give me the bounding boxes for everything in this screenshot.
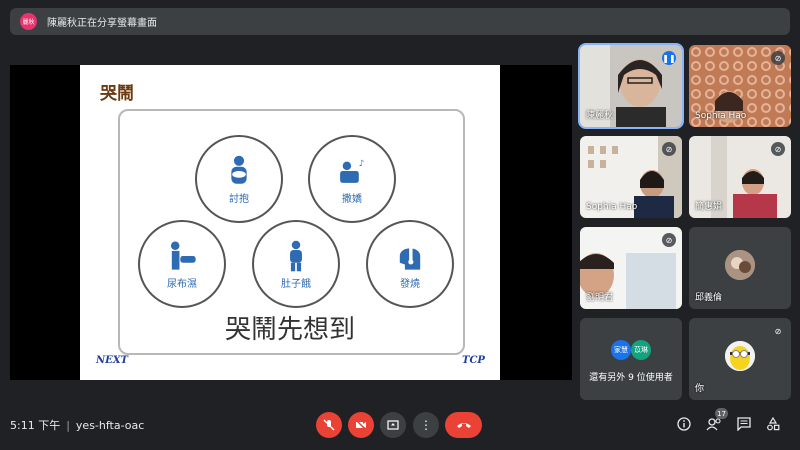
mic-off-icon — [323, 419, 335, 431]
mic-off-icon: ⊘ — [662, 142, 676, 156]
camera-toggle-button[interactable] — [348, 412, 374, 438]
avatar: 家慧 — [611, 340, 631, 360]
participant-name: 簡惠娟 — [695, 202, 723, 212]
participant-tile[interactable]: ⊘ 簡惠娟 — [689, 136, 791, 218]
control-bar: 5:11 下午 | yes-hfta-oac ⋮ 17 — [0, 405, 800, 450]
avatar — [725, 250, 755, 280]
svg-text:♪: ♪ — [359, 158, 364, 168]
speaking-icon: ❚❚ — [662, 51, 676, 65]
present-icon — [387, 420, 399, 430]
people-button[interactable] — [706, 417, 722, 435]
more-participants-label: 還有另外 9 位使用者 — [589, 373, 673, 383]
people-icon — [706, 418, 721, 431]
item-coax: ♪ 撒嬌 — [308, 135, 396, 223]
participant-tile[interactable]: ⊘ Sophia Hao — [580, 136, 682, 218]
sharing-banner: 麗秋 陳麗秋正在分享螢幕畫面 — [10, 8, 790, 35]
avatar — [725, 341, 755, 371]
mic-off-icon: ⊘ — [771, 142, 785, 156]
more-options-button[interactable]: ⋮ — [413, 412, 439, 438]
participant-tile[interactable]: ⊘ 劉明君 — [580, 227, 682, 309]
presentation-slide: 哭鬧 討抱 ♪ 撒嬌 尿布濕 肚子餓 發燒 哭鬧先想到 NEXT TCP — [80, 65, 500, 380]
more-participants-tile[interactable]: 家慧 苡琳 還有另外 9 位使用者 — [580, 318, 682, 400]
participant-name: 邱義倫 — [695, 293, 723, 303]
chat-button[interactable] — [737, 417, 751, 435]
clock-time: 5:11 下午 — [10, 419, 61, 432]
meeting-code: yes-hfta-oac — [75, 419, 145, 432]
hug-icon — [231, 155, 247, 184]
leave-call-button[interactable] — [445, 412, 482, 438]
diaper-change-icon — [170, 241, 196, 270]
participant-tile[interactable]: ⊘ Sophia Hao — [689, 45, 791, 127]
participant-name: 你 — [695, 384, 705, 394]
participant-tile[interactable]: ❚❚ 陳麗秋 — [578, 43, 684, 129]
participant-name: Sophia Hao — [586, 202, 638, 212]
meeting-details-button[interactable] — [677, 417, 691, 435]
item-hug: 討抱 — [195, 135, 283, 223]
participant-count-badge: 17 — [715, 408, 728, 419]
logo-right: TCP — [462, 355, 485, 366]
item-fever: 發燒 — [366, 220, 454, 308]
logo-left: NEXT — [96, 355, 128, 366]
slide-headline: 哭鬧先想到 — [224, 315, 355, 345]
activities-button[interactable] — [766, 416, 780, 435]
participant-name: 劉明君 — [586, 293, 614, 303]
meeting-info: 5:11 下午 | yes-hfta-oac — [10, 417, 144, 433]
present-screen-button[interactable] — [380, 412, 406, 438]
mic-toggle-button[interactable] — [316, 412, 342, 438]
slide-title: 哭鬧 — [100, 84, 134, 104]
participant-tile-self[interactable]: ⊘ 你 — [689, 318, 791, 400]
info-icon — [677, 417, 691, 431]
chat-icon — [737, 417, 751, 432]
fever-icon — [399, 247, 421, 270]
avatar: 苡琳 — [631, 340, 651, 360]
presenter-avatar: 麗秋 — [20, 13, 37, 30]
sharing-banner-text: 陳麗秋正在分享螢幕畫面 — [47, 18, 157, 29]
mic-off-icon: ⊘ — [771, 51, 785, 65]
mic-off-icon: ⊘ — [662, 233, 676, 247]
participant-name: Sophia Hao — [695, 111, 747, 121]
participant-name: 陳麗秋 — [586, 111, 614, 121]
item-diaper: 尿布濕 — [138, 220, 226, 308]
activities-icon — [767, 416, 780, 431]
mic-off-icon: ⊘ — [771, 324, 785, 338]
camera-off-icon — [355, 419, 367, 431]
phone-hangup-icon — [456, 423, 471, 428]
divider: | — [66, 419, 70, 432]
item-hungry: 肚子餓 — [252, 220, 340, 308]
more-vert-icon: ⋮ — [420, 418, 432, 432]
participant-tile[interactable]: 邱義倫 — [689, 227, 791, 309]
child-play-icon: ♪ — [340, 158, 364, 183]
feeding-icon — [290, 240, 302, 271]
